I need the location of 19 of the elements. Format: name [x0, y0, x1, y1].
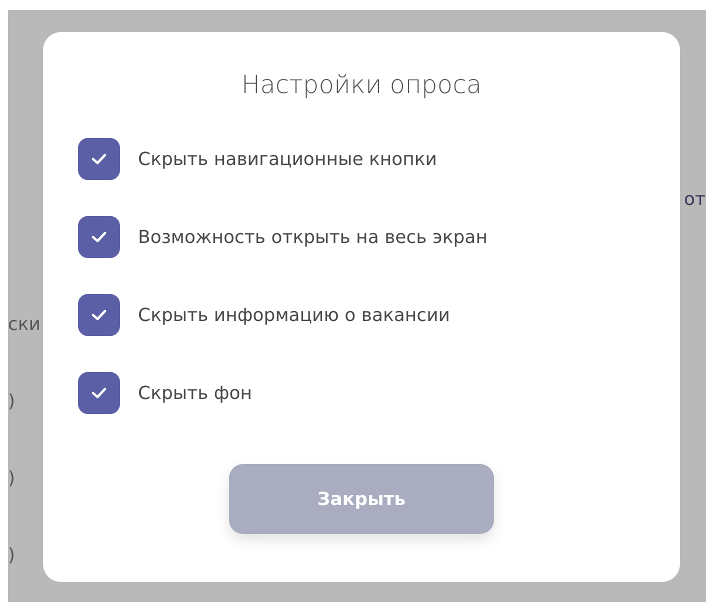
checkbox[interactable]: [78, 138, 120, 180]
check-icon: [90, 386, 108, 400]
option-label: Скрыть информацию о вакансии: [138, 304, 450, 326]
checkbox[interactable]: [78, 216, 120, 258]
option-label: Скрыть фон: [138, 382, 252, 404]
check-icon: [90, 152, 108, 166]
checkbox[interactable]: [78, 372, 120, 414]
checkbox[interactable]: [78, 294, 120, 336]
background-text: ): [8, 467, 16, 491]
option-label: Возможность открыть на весь экран: [138, 226, 488, 248]
close-button[interactable]: Закрыть: [229, 464, 494, 534]
background-text: ): [8, 390, 16, 414]
background-text: ): [8, 544, 16, 568]
check-icon: [90, 308, 108, 322]
background-text: от: [683, 188, 706, 212]
option-label: Скрыть навигационные кнопки: [138, 148, 437, 170]
background-text: ски: [8, 313, 40, 337]
dialog-title: Настройки опроса: [240, 70, 483, 99]
check-icon: [90, 230, 108, 244]
